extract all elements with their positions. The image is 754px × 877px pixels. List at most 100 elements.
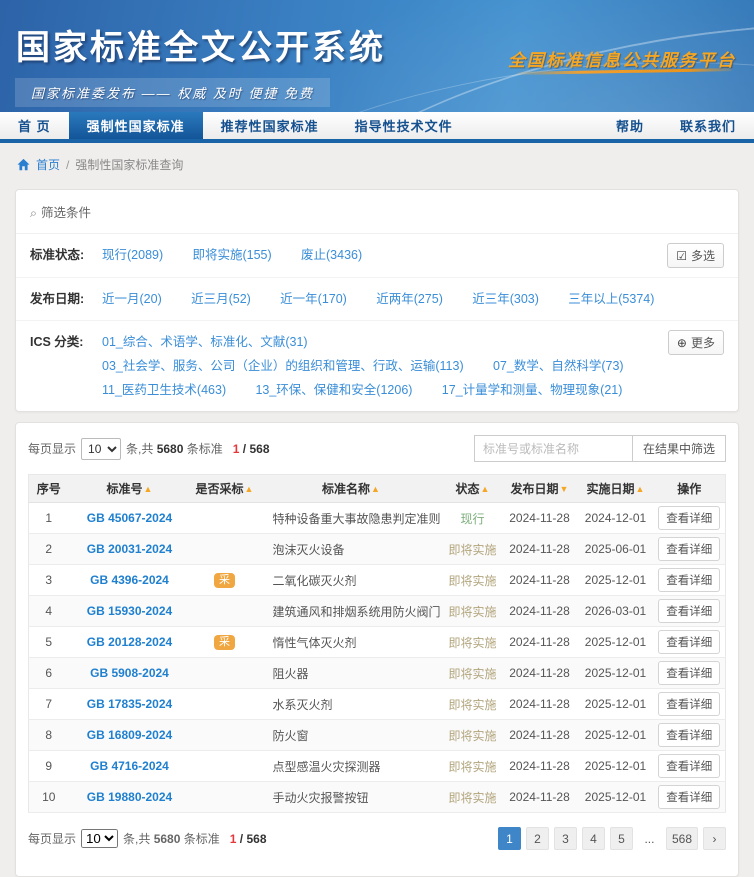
cell-standard-code: GB 4716-2024 [69,751,191,782]
page-button[interactable]: 1 [498,827,521,850]
cell-standard-name: 水系灭火剂 [259,689,444,720]
standard-code-link[interactable]: GB 16809-2024 [87,728,172,742]
nav-tab[interactable]: 推荐性国家标准 [203,112,337,139]
filter-option-link[interactable]: 近一月(20) [102,287,162,311]
standard-code-link[interactable]: GB 45067-2024 [87,511,172,525]
table-row: 5 GB 20128-2024 采 惰性气体灭火剂 即将实施 2024-11-2… [29,627,726,658]
view-detail-button[interactable]: 查看详细 [658,568,720,592]
standard-code-link[interactable]: GB 17835-2024 [87,697,172,711]
cell-implement-date: 2026-03-01 [578,596,654,627]
cell-implement-date: 2025-12-01 [578,658,654,689]
cell-standard-code: GB 16809-2024 [69,720,191,751]
standard-code-link[interactable]: GB 4716-2024 [90,759,169,773]
nav-link[interactable]: 联系我们 [662,112,754,139]
page-button[interactable]: 2 [526,827,549,850]
filter-option-link[interactable]: 03_社会学、服务、公司（企业）的组织和管理、行政、运输(113) [102,354,464,378]
filter-action-button[interactable]: ☑ 多选 [667,243,724,268]
nav-tab[interactable]: 指导性技术文件 [337,112,471,139]
cell-standard-code: GB 5908-2024 [69,658,191,689]
filter-option-link[interactable]: 17_计量学和测量、物理现象(21) [442,378,623,402]
page-button[interactable]: 5 [610,827,633,850]
adopted-badge: 采 [214,573,235,588]
table-column-header[interactable]: 标准号▲ [69,475,191,503]
standard-code-link[interactable]: GB 5908-2024 [90,666,169,680]
view-detail-button[interactable]: 查看详细 [658,723,720,747]
per-page-select[interactable]: 10 [81,438,121,460]
total-count: 5680 [154,832,181,846]
view-detail-button[interactable]: 查看详细 [658,661,720,685]
filter-option-link[interactable]: 近一年(170) [280,287,347,311]
page-button[interactable]: 4 [582,827,605,850]
page-button[interactable]: ... [638,827,661,850]
cell-publish-date: 2024-11-28 [502,565,578,596]
cell-implement-date: 2025-12-01 [578,689,654,720]
filter-option-link[interactable]: 即将实施(155) [192,243,271,267]
cell-index: 4 [29,596,69,627]
filter-panel-title: 筛选条件 [41,206,91,220]
table-row: 10 GB 19880-2024 采 手动火灾报警按钮 即将实施 2024-11… [29,782,726,813]
sort-arrow-icon[interactable]: ▲ [144,484,153,494]
filter-option-link[interactable]: 11_医药卫生技术(463) [102,378,226,402]
filter-action-button[interactable]: ⊕ 更多 [668,330,724,355]
cell-index: 8 [29,720,69,751]
sort-arrow-icon[interactable]: ▼ [560,484,569,494]
results-controls-bottom: 每页显示 10 条,共 5680 条标准 1 / 568 1 2 3 [16,813,738,876]
table-column-header[interactable]: 是否采标▲ [191,475,259,503]
sort-arrow-icon[interactable]: ▲ [481,484,490,494]
status-text: 即将实施 [448,698,496,712]
nav-tab[interactable]: 首 页 [0,112,69,139]
table-column-header[interactable]: 实施日期▲ [578,475,654,503]
filter-option-link[interactable]: 三年以上(5374) [568,287,654,311]
filter-option-link[interactable]: 近三月(52) [191,287,251,311]
filter-panel: ⌕筛选条件 标准状态: 现行(2089) 即将实施(155) 废止(3436) … [15,189,739,412]
cell-adopted: 采 [191,596,259,627]
search-input[interactable] [474,435,632,462]
view-detail-button[interactable]: 查看详细 [658,785,720,809]
filter-panel-header: ⌕ 筛选条件 [16,190,738,234]
filter-option-link[interactable]: 现行(2089) [102,243,163,267]
filter-option-link[interactable]: 近两年(275) [376,287,443,311]
total-text: 条,共 5680 条标准 [123,830,220,847]
search-in-results-button[interactable]: 在结果中筛选 [632,435,726,462]
standard-code-link[interactable]: GB 15930-2024 [87,604,172,618]
view-detail-button[interactable]: 查看详细 [658,630,720,654]
cell-action: 查看详细 [654,658,726,689]
sort-arrow-icon[interactable]: ▲ [245,484,254,494]
page-button[interactable]: 3 [554,827,577,850]
cell-adopted: 采 [191,627,259,658]
filter-option-link[interactable]: 07_数学、自然科学(73) [493,354,624,378]
filter-action: ☑ 多选 [667,243,724,268]
nav-link[interactable]: 帮助 [598,112,662,139]
table-column-header[interactable]: 标准名称▲ [259,475,444,503]
filter-option-link[interactable]: 01_综合、术语学、标准化、文献(31) [102,330,308,354]
cell-publish-date: 2024-11-28 [502,782,578,813]
standard-code-link[interactable]: GB 19880-2024 [87,790,172,804]
results-panel: 每页显示 10 条,共 5680 条标准 1 / 568 在结果中筛选 [15,422,739,877]
table-column-header[interactable]: 状态▲ [444,475,502,503]
sort-arrow-icon[interactable]: ▲ [636,484,645,494]
standard-code-link[interactable]: GB 4396-2024 [90,573,169,587]
standard-code-link[interactable]: GB 20128-2024 [87,635,172,649]
view-detail-button[interactable]: 查看详细 [658,692,720,716]
view-detail-button[interactable]: 查看详细 [658,537,720,561]
breadcrumb-home-link[interactable]: 首页 [36,156,60,173]
view-detail-button[interactable]: 查看详细 [658,754,720,778]
filter-option-link[interactable]: 13_环保、保健和安全(1206) [255,378,412,402]
table-column-header[interactable]: 序号 [29,475,69,503]
per-page-select-bottom[interactable]: 10 [81,829,118,848]
table-column-header[interactable]: 发布日期▼ [502,475,578,503]
view-detail-button[interactable]: 查看详细 [658,506,720,530]
magnifier-icon: ⌕ [30,206,37,220]
filter-option-link[interactable]: 废止(3436) [301,243,362,267]
cell-publish-date: 2024-11-28 [502,689,578,720]
standard-code-link[interactable]: GB 20031-2024 [87,542,172,556]
cell-action: 查看详细 [654,720,726,751]
table-column-header[interactable]: 操作 [654,475,726,503]
next-page-button[interactable]: › [703,827,726,850]
sort-arrow-icon[interactable]: ▲ [371,484,380,494]
filter-option-link[interactable]: 近三年(303) [472,287,539,311]
view-detail-button[interactable]: 查看详细 [658,599,720,623]
page-button[interactable]: 568 [666,827,698,850]
nav-tab[interactable]: 强制性国家标准 [69,112,203,139]
cell-standard-name: 防火窗 [259,720,444,751]
